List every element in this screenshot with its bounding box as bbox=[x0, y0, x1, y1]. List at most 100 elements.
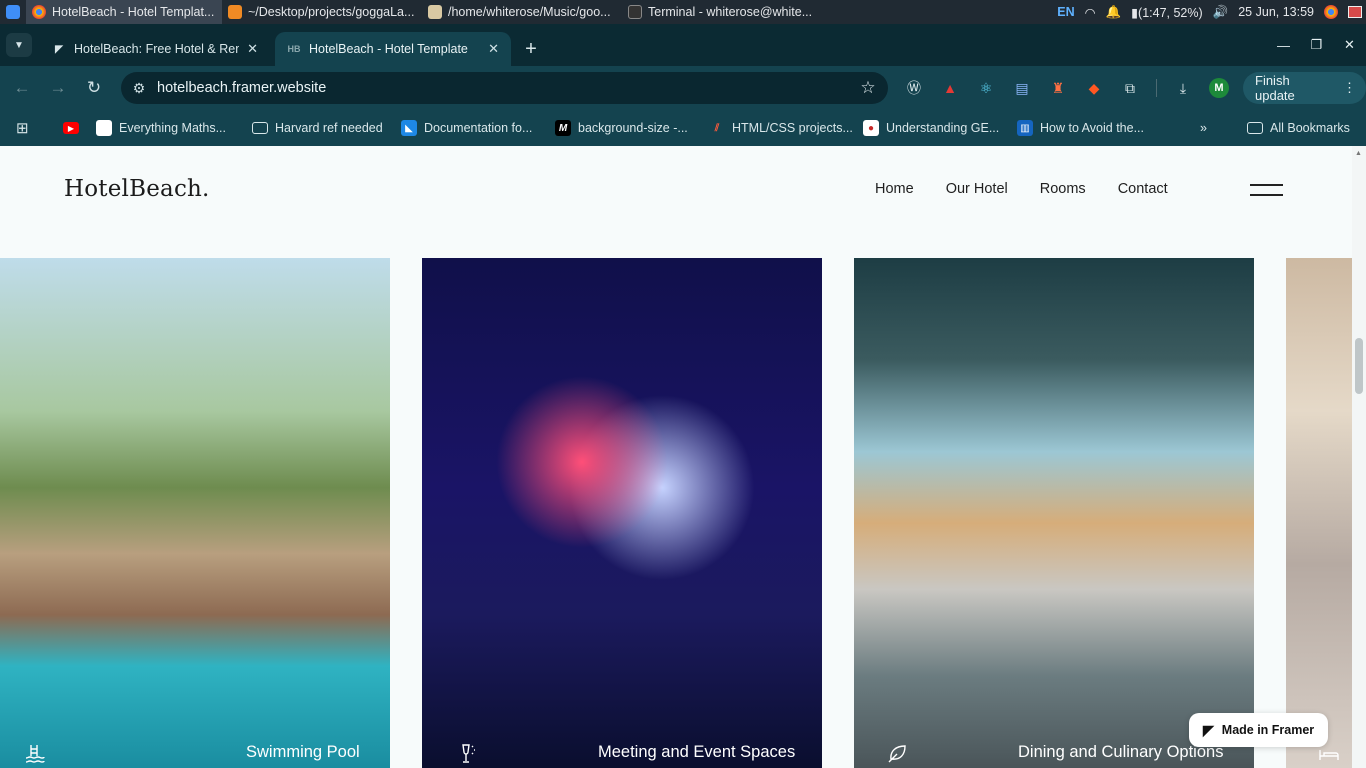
site-nav: Home Our Hotel Rooms Contact bbox=[875, 181, 1168, 197]
react-devtools-icon[interactable]: ⚛ bbox=[972, 74, 1000, 102]
reload-icon: ↻ bbox=[86, 78, 102, 97]
puzzle-icon[interactable]: ⧉ bbox=[1116, 74, 1144, 102]
scrollbar-thumb[interactable] bbox=[1355, 338, 1363, 394]
terminal-icon bbox=[628, 5, 642, 19]
bookmark-everything-maths[interactable]: Everything Maths... bbox=[96, 118, 226, 138]
nav-contact[interactable]: Contact bbox=[1118, 181, 1168, 197]
taskbar: HotelBeach - Hotel Templat... ~/Desktop/… bbox=[0, 0, 1366, 24]
hamburger-line bbox=[1250, 184, 1283, 186]
page-scrollbar[interactable]: ▲ bbox=[1352, 146, 1366, 768]
made-in-framer-badge[interactable]: ◤ Made in Framer bbox=[1189, 713, 1329, 747]
nav-home[interactable]: Home bbox=[875, 181, 914, 197]
apps-grid-icon: ⊞ bbox=[16, 120, 29, 137]
profile-button[interactable]: M bbox=[1205, 74, 1233, 102]
system-tray: EN ◠ 🔔 ▮(1:47, 52%) 🔊 25 Jun, 13:59 bbox=[1057, 5, 1366, 20]
nav-rooms[interactable]: Rooms bbox=[1040, 181, 1086, 197]
hamburger-line bbox=[1250, 194, 1283, 196]
bookmarks-bar: ⊞ ▶ Everything Maths... Harvard ref need… bbox=[0, 110, 1366, 146]
bookmark-documentation[interactable]: ◣ Documentation fo... bbox=[401, 118, 532, 138]
tab-search-button[interactable]: ▼ bbox=[6, 33, 32, 57]
forward-button[interactable]: → bbox=[40, 70, 76, 106]
arrow-right-icon: → bbox=[49, 78, 67, 97]
show-desktop-icon[interactable] bbox=[1348, 6, 1362, 18]
scroll-up-icon[interactable]: ▲ bbox=[1355, 150, 1362, 157]
tab-hotelbeach-template[interactable]: HB HotelBeach - Hotel Template ✕ bbox=[275, 32, 511, 66]
chevron-double-right-icon: » bbox=[1200, 121, 1207, 135]
arrow-left-icon: ← bbox=[13, 78, 31, 97]
battery-icon: ▮ bbox=[1131, 5, 1139, 20]
copy-extension-icon[interactable]: ▤ bbox=[1008, 74, 1036, 102]
amenity-caption: Meeting and Event Spaces bbox=[598, 743, 796, 761]
bookmark-html-css-projects[interactable]: ⫽ HTML/CSS projects... bbox=[709, 118, 853, 138]
site-info-icon[interactable]: ⚙ bbox=[121, 80, 157, 97]
tab-hotelbeach-free[interactable]: ◤ HotelBeach: Free Hotel & Ren ✕ bbox=[40, 32, 270, 66]
wappalyzer-icon[interactable]: Ⓦ bbox=[900, 74, 928, 102]
window-controls: — ❐ ✕ bbox=[1267, 32, 1366, 58]
bookmarks-overflow[interactable]: » bbox=[1200, 118, 1207, 138]
avatar: M bbox=[1209, 78, 1229, 98]
keyboard-layout[interactable]: EN bbox=[1057, 5, 1074, 19]
web-page: HotelBeach. Home Our Hotel Rooms Contact… bbox=[0, 146, 1352, 768]
maximize-icon[interactable]: ❐ bbox=[1300, 32, 1333, 58]
taskbar-task-terminal[interactable]: Terminal - whiterose@white... bbox=[622, 0, 822, 24]
folder-icon bbox=[428, 5, 442, 19]
hb-favicon: HB bbox=[287, 44, 301, 54]
character-extension-icon[interactable]: ♜ bbox=[1044, 74, 1072, 102]
wifi-icon[interactable]: ◠ bbox=[1085, 5, 1096, 20]
more-vert-icon: ⋮ bbox=[1343, 80, 1356, 95]
youtube-icon: ▶ bbox=[63, 122, 79, 134]
close-tab-icon[interactable]: ✕ bbox=[247, 41, 258, 57]
tab-strip: ▼ ◤ HotelBeach: Free Hotel & Ren ✕ HB Ho… bbox=[0, 24, 1366, 66]
menu-button[interactable] bbox=[1250, 184, 1283, 198]
champagne-icon bbox=[462, 744, 475, 763]
page-icon bbox=[96, 120, 112, 136]
all-bookmarks[interactable]: All Bookmarks bbox=[1247, 118, 1350, 138]
taskbar-task-chrome[interactable]: HotelBeach - Hotel Templat... bbox=[26, 0, 222, 24]
projects-icon: ⫽ bbox=[714, 122, 720, 134]
pool-icon bbox=[25, 745, 45, 763]
fox-extension-icon[interactable]: ◆ bbox=[1080, 74, 1108, 102]
clock[interactable]: 25 Jun, 13:59 bbox=[1238, 5, 1314, 19]
kde-icon bbox=[6, 5, 20, 19]
bookmark-youtube[interactable]: ▶ bbox=[63, 118, 79, 138]
amenity-card-events[interactable]: Meeting and Event Spaces bbox=[422, 258, 822, 768]
bookmark-background-size[interactable]: Mbackground-size -... bbox=[555, 118, 688, 138]
start-menu-button[interactable] bbox=[0, 0, 26, 24]
amenity-caption: Dining and Culinary Options bbox=[1018, 743, 1224, 761]
amenity-card-dining[interactable]: Dining and Culinary Options bbox=[854, 258, 1254, 768]
bookmark-star-icon[interactable]: ☆ bbox=[848, 78, 888, 98]
volume-icon[interactable]: 🔊 bbox=[1213, 5, 1229, 20]
folder-icon bbox=[252, 122, 268, 134]
reload-button[interactable]: ↻ bbox=[76, 70, 112, 106]
apps-button[interactable]: ⊞ bbox=[16, 118, 29, 138]
leaf-icon bbox=[888, 745, 906, 763]
back-button[interactable]: ← bbox=[4, 70, 40, 106]
new-tab-button[interactable]: + bbox=[519, 37, 543, 61]
trello-icon: ▥ bbox=[1017, 120, 1033, 136]
battery-indicator[interactable]: ▮(1:47, 52%) bbox=[1131, 5, 1203, 20]
toolbar-divider bbox=[1156, 79, 1157, 97]
amenity-card-rooms[interactable] bbox=[1286, 258, 1352, 768]
url-text[interactable]: hotelbeach.framer.website bbox=[157, 80, 848, 96]
bookmark-harvard-ref[interactable]: Harvard ref needed bbox=[252, 118, 383, 138]
minimize-icon[interactable]: — bbox=[1267, 32, 1300, 58]
sublime-icon bbox=[228, 5, 242, 19]
finish-update-button[interactable]: Finish update ⋮ bbox=[1243, 72, 1366, 104]
amenity-caption: Swimming Pool bbox=[246, 743, 360, 761]
nav-our-hotel[interactable]: Our Hotel bbox=[946, 181, 1008, 197]
extensions-bar: Ⓦ ▲ ⚛ ▤ ♜ ◆ ⧉ ⤓ M bbox=[900, 74, 1233, 102]
taskbar-task-sublime[interactable]: ~/Desktop/projects/goggaLa... bbox=[222, 0, 422, 24]
chrome-tray-icon[interactable] bbox=[1324, 5, 1338, 19]
close-window-icon[interactable]: ✕ bbox=[1333, 32, 1366, 58]
site-logo[interactable]: HotelBeach. bbox=[64, 176, 210, 202]
browser-toolbar: ← → ↻ ⚙ hotelbeach.framer.website ☆ Ⓦ ▲ … bbox=[0, 66, 1366, 110]
bookmark-how-to-avoid[interactable]: ▥ How to Avoid the... bbox=[1017, 118, 1144, 138]
download-icon[interactable]: ⤓ bbox=[1169, 74, 1197, 102]
amenity-card-pool[interactable]: Swimming Pool bbox=[0, 258, 390, 768]
taskbar-task-files[interactable]: /home/whiterose/Music/goo... bbox=[422, 0, 622, 24]
notifications-icon[interactable]: 🔔 bbox=[1106, 5, 1122, 20]
warning-extension-icon[interactable]: ▲ bbox=[936, 74, 964, 102]
bookmark-understanding-ge[interactable]: ● Understanding GE... bbox=[863, 118, 999, 138]
close-tab-icon[interactable]: ✕ bbox=[488, 41, 499, 57]
address-bar[interactable]: ⚙ hotelbeach.framer.website ☆ bbox=[121, 72, 888, 104]
